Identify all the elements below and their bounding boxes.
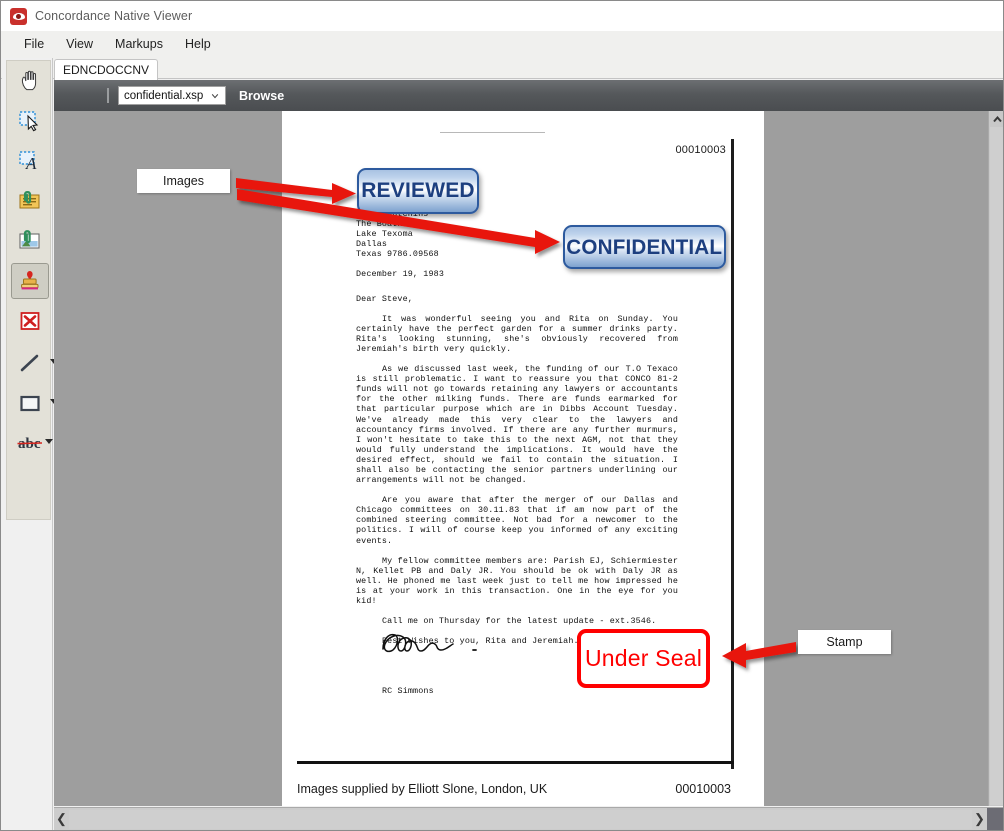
stamp-under-seal-label: Under Seal bbox=[584, 645, 703, 671]
supplied-by-text: Images supplied by Elliott Slone, London… bbox=[297, 781, 548, 796]
left-tool-bar: A abc bbox=[2, 58, 58, 830]
sticky-note-tool[interactable] bbox=[11, 183, 49, 219]
letter-salutation: Dear Steve, bbox=[356, 293, 413, 304]
toolbar-separator bbox=[107, 88, 109, 103]
letter-paragraph-1: It was wonderful seeing you and Rita on … bbox=[356, 313, 678, 354]
tab-ednc-doc-cnv[interactable]: EDNCDOCCNV bbox=[54, 59, 159, 80]
stamp-under-seal[interactable]: Under Seal bbox=[577, 629, 710, 688]
window-title: Concordance Native Viewer bbox=[35, 9, 193, 23]
callout-stamp[interactable]: Stamp bbox=[798, 630, 891, 654]
horizontal-scroll-thumb[interactable] bbox=[69, 809, 972, 829]
stamp-reviewed[interactable]: REVIEWED bbox=[357, 168, 479, 214]
red-x-box-icon bbox=[20, 312, 40, 330]
bates-number-bottom: 00010003 bbox=[675, 781, 731, 796]
rectangle-icon bbox=[20, 395, 40, 412]
stamp-confidential-label: CONFIDENTIAL bbox=[566, 234, 723, 259]
scrollbar-corner bbox=[987, 807, 1003, 830]
letter-paragraph-5: Call me on Thursday for the latest updat… bbox=[382, 616, 657, 627]
file-select-dropdown[interactable]: confidential.xsp bbox=[118, 86, 226, 105]
file-select-value: confidential.xsp bbox=[124, 89, 204, 102]
title-bar: Concordance Native Viewer bbox=[1, 1, 1003, 31]
page-bottom-rule bbox=[297, 761, 734, 764]
browse-bar: confidential.xsp Browse bbox=[54, 80, 1003, 111]
svg-text:A: A bbox=[25, 154, 37, 173]
page-footer: Images supplied by Elliott Slone, London… bbox=[282, 771, 764, 806]
menu-file[interactable]: File bbox=[13, 34, 55, 54]
abc-strikeout-icon: abc bbox=[17, 436, 43, 452]
stamp-reviewed-label: REVIEWED bbox=[361, 179, 475, 202]
callout-stamp-label: Stamp bbox=[826, 635, 863, 649]
text-select-icon: A bbox=[19, 151, 37, 173]
menu-bar: File View Markups Help bbox=[1, 31, 1003, 57]
rectangle-tool[interactable] bbox=[11, 385, 58, 421]
line-icon bbox=[20, 354, 39, 372]
chevron-down-icon bbox=[211, 94, 219, 99]
menu-markups[interactable]: Markups bbox=[104, 34, 174, 54]
page-edge-shadow bbox=[731, 139, 734, 769]
vertical-scroll-thumb[interactable] bbox=[990, 127, 1003, 805]
application-window: Concordance Native Viewer File View Mark… bbox=[0, 0, 1004, 831]
scroll-right-button[interactable]: ❯ bbox=[972, 809, 987, 830]
tab-strip: EDNCDOCCNV bbox=[1, 57, 1003, 80]
eye-icon bbox=[10, 7, 27, 25]
hand-icon bbox=[21, 70, 37, 91]
strikeout-tool[interactable]: abc bbox=[11, 425, 53, 461]
menu-view[interactable]: View bbox=[55, 34, 104, 54]
callout-images-label: Images bbox=[163, 174, 204, 188]
callout-images[interactable]: Images bbox=[137, 169, 230, 193]
note-attach-icon bbox=[19, 191, 40, 209]
document-viewer[interactable]: 00010003 Mr S. Hutchins The Boathouse La… bbox=[54, 111, 988, 806]
letter-paragraph-3: Are you aware that after the merger of o… bbox=[356, 495, 678, 546]
letter-paragraph-4: My fellow committee members are: Parish … bbox=[356, 555, 678, 606]
vertical-scrollbar[interactable] bbox=[988, 111, 1003, 806]
chevron-up-icon bbox=[992, 115, 1002, 122]
scroll-up-button[interactable] bbox=[989, 111, 1003, 127]
page-footer-strip: Images supplied by Elliott Slone, London… bbox=[54, 771, 988, 806]
image-annotation-tool[interactable] bbox=[11, 223, 49, 259]
select-region-tool[interactable] bbox=[11, 103, 49, 139]
scroll-left-button[interactable]: ❮ bbox=[54, 809, 69, 830]
rubber-stamp-icon bbox=[21, 271, 39, 290]
select-arrow-icon bbox=[19, 111, 39, 132]
letter-paragraph-2: As we discussed last week, the funding o… bbox=[356, 364, 678, 486]
browse-button[interactable]: Browse bbox=[239, 89, 284, 103]
bates-number-top: 00010003 bbox=[675, 144, 726, 156]
document-page: 00010003 Mr S. Hutchins The Boathouse La… bbox=[282, 111, 764, 806]
select-text-tool[interactable]: A bbox=[11, 143, 49, 179]
menu-help[interactable]: Help bbox=[174, 34, 222, 54]
page-top-rule bbox=[440, 132, 545, 133]
chevron-down-icon[interactable] bbox=[45, 439, 53, 444]
stamp-tool[interactable] bbox=[11, 263, 49, 299]
redaction-tool[interactable] bbox=[11, 303, 49, 339]
tool-panel: A abc bbox=[6, 60, 58, 520]
horizontal-scrollbar[interactable]: ❮ ❯ bbox=[54, 807, 1003, 830]
line-tool[interactable] bbox=[11, 345, 58, 381]
pan-hand-tool[interactable] bbox=[11, 63, 49, 99]
image-stamp-icon bbox=[19, 230, 40, 249]
letter-date: December 19, 1983 bbox=[356, 269, 444, 280]
stamp-confidential[interactable]: CONFIDENTIAL bbox=[563, 225, 726, 269]
